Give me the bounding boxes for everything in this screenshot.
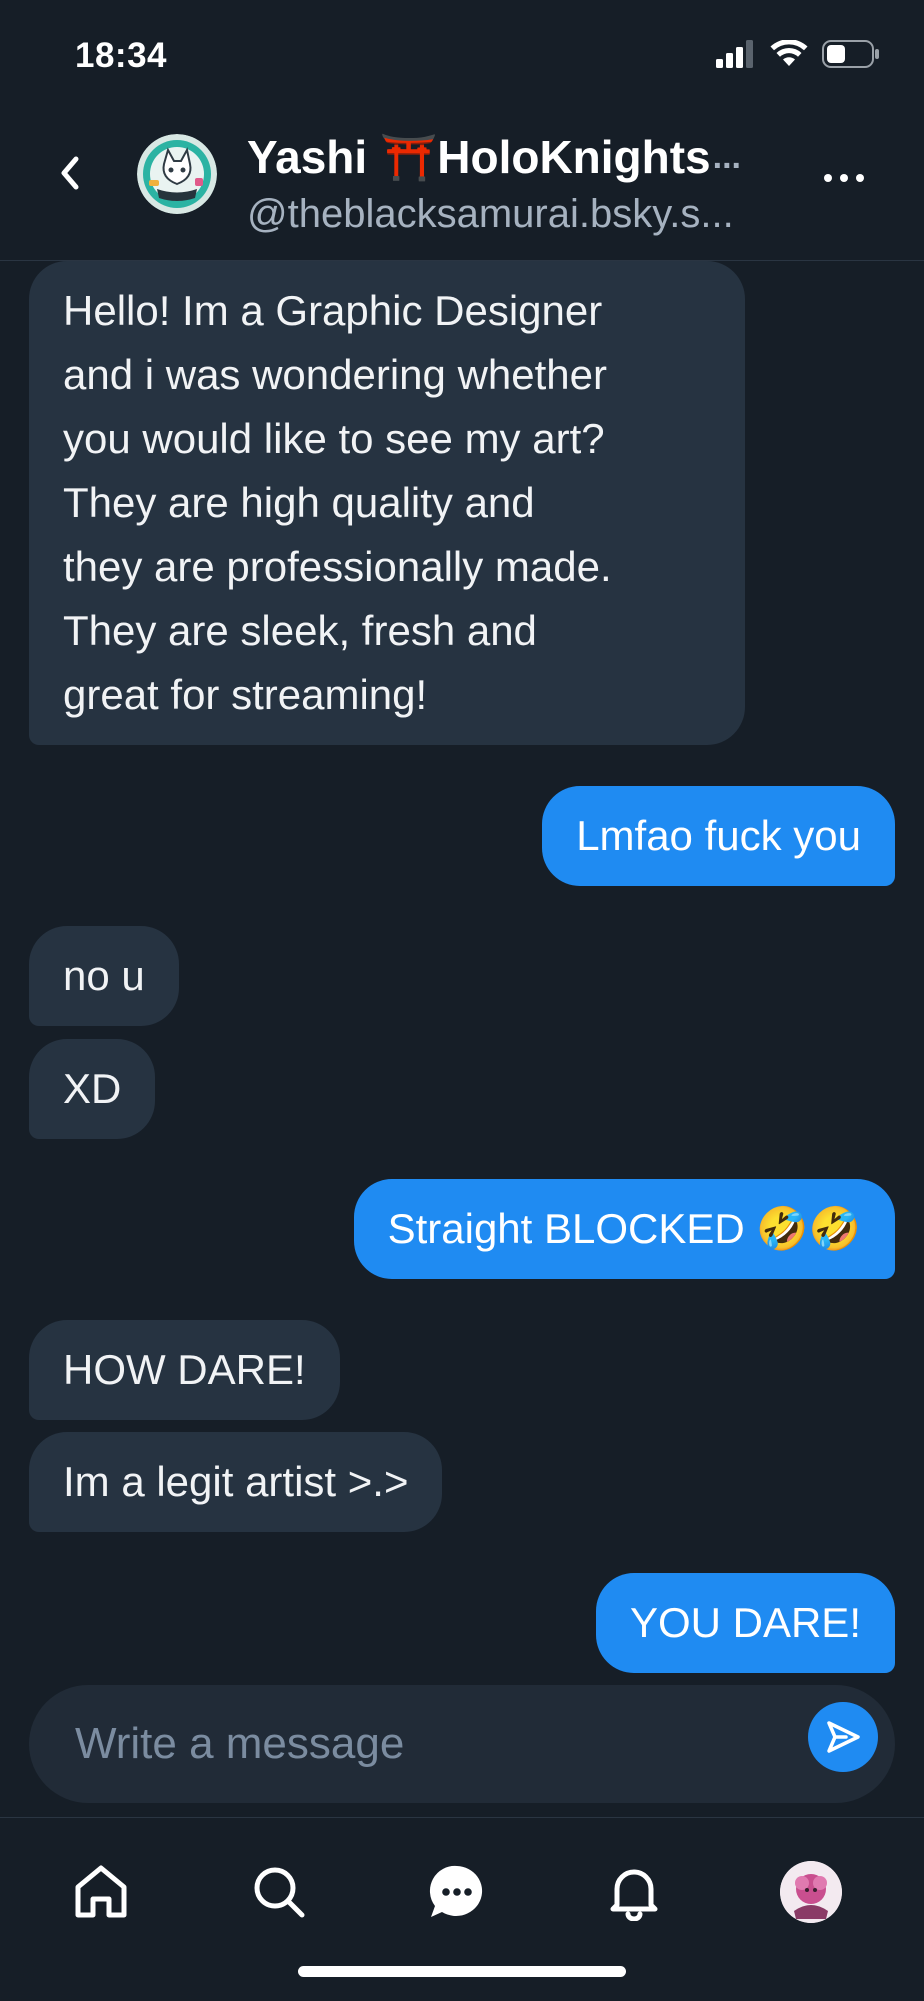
message-line: XD xyxy=(63,1065,122,1112)
message-bubble-outgoing[interactable]: Straight BLOCKED 🤣🤣 xyxy=(353,1179,895,1279)
message-line: Im a legit artist >.> xyxy=(63,1458,409,1505)
contact-name-row[interactable]: Yashi ⛩️HoloKnights ... xyxy=(247,130,807,185)
message-line: YOU DARE! xyxy=(629,1599,861,1646)
contact-name-ellipsis: ... xyxy=(712,138,741,176)
more-dot-icon xyxy=(856,174,864,182)
contact-handle: @theblacksamurai.bsky.s... xyxy=(247,192,734,236)
nav-profile[interactable] xyxy=(775,1856,847,1928)
nav-notifications[interactable] xyxy=(598,1856,670,1928)
contact-name: Yashi ⛩️HoloKnights xyxy=(247,131,711,183)
message-bubble-outgoing[interactable]: Lmfao fuck you xyxy=(542,786,895,886)
message-line: They are sleek, fresh and xyxy=(63,607,537,654)
signal-icon xyxy=(716,40,756,73)
message-bubble-incoming[interactable]: Hello! Im a Graphic Designer and i was w… xyxy=(29,261,745,745)
chevron-left-icon xyxy=(61,156,79,190)
message-line: Straight BLOCKED 🤣🤣 xyxy=(387,1205,861,1252)
message-bubble-incoming[interactable]: no u xyxy=(29,926,179,1026)
status-icons xyxy=(716,39,880,73)
send-icon xyxy=(827,1721,860,1753)
contact-avatar[interactable] xyxy=(137,134,217,214)
message-line: you would like to see my art? xyxy=(63,415,605,462)
chat-header: Yashi ⛩️HoloKnights ... @theblacksamurai… xyxy=(0,110,924,261)
message-bubble-incoming[interactable]: Im a legit artist >.> xyxy=(29,1432,443,1532)
more-dot-icon xyxy=(824,174,832,182)
message-line: and i was wondering whether xyxy=(63,351,607,398)
back-button[interactable] xyxy=(44,148,94,198)
message-bubble-incoming[interactable]: XD xyxy=(29,1039,156,1139)
home-icon xyxy=(75,1865,127,1918)
chat-icon xyxy=(429,1865,483,1917)
status-time: 18:34 xyxy=(75,36,168,75)
nav-search[interactable] xyxy=(243,1856,315,1928)
nav-chat[interactable] xyxy=(421,1856,493,1928)
home-indicator[interactable] xyxy=(298,1966,626,1977)
message-input[interactable] xyxy=(75,1711,775,1777)
bell-icon xyxy=(610,1869,658,1921)
message-line: no u xyxy=(63,952,145,999)
wifi-icon xyxy=(770,39,808,73)
message-line: Hello! Im a Graphic Designer xyxy=(63,287,603,334)
status-bar: 18:34 xyxy=(0,0,924,110)
more-dot-icon xyxy=(840,174,848,182)
more-options-button[interactable] xyxy=(812,158,876,198)
nav-home[interactable] xyxy=(65,1856,137,1928)
battery-icon xyxy=(822,40,880,73)
search-icon xyxy=(254,1867,305,1918)
message-line: HOW DARE! xyxy=(63,1346,306,1393)
message-line: great for streaming! xyxy=(63,671,428,718)
message-bubble-incoming[interactable]: HOW DARE! xyxy=(29,1320,340,1420)
message-line: Lmfao fuck you xyxy=(576,812,861,859)
message-composer xyxy=(29,1685,895,1803)
send-button[interactable] xyxy=(808,1702,878,1772)
message-line: They are high quality and xyxy=(63,479,535,526)
message-line: they are professionally made. xyxy=(63,543,612,590)
message-bubble-outgoing[interactable]: YOU DARE! xyxy=(595,1573,895,1673)
profile-avatar xyxy=(780,1861,842,1923)
